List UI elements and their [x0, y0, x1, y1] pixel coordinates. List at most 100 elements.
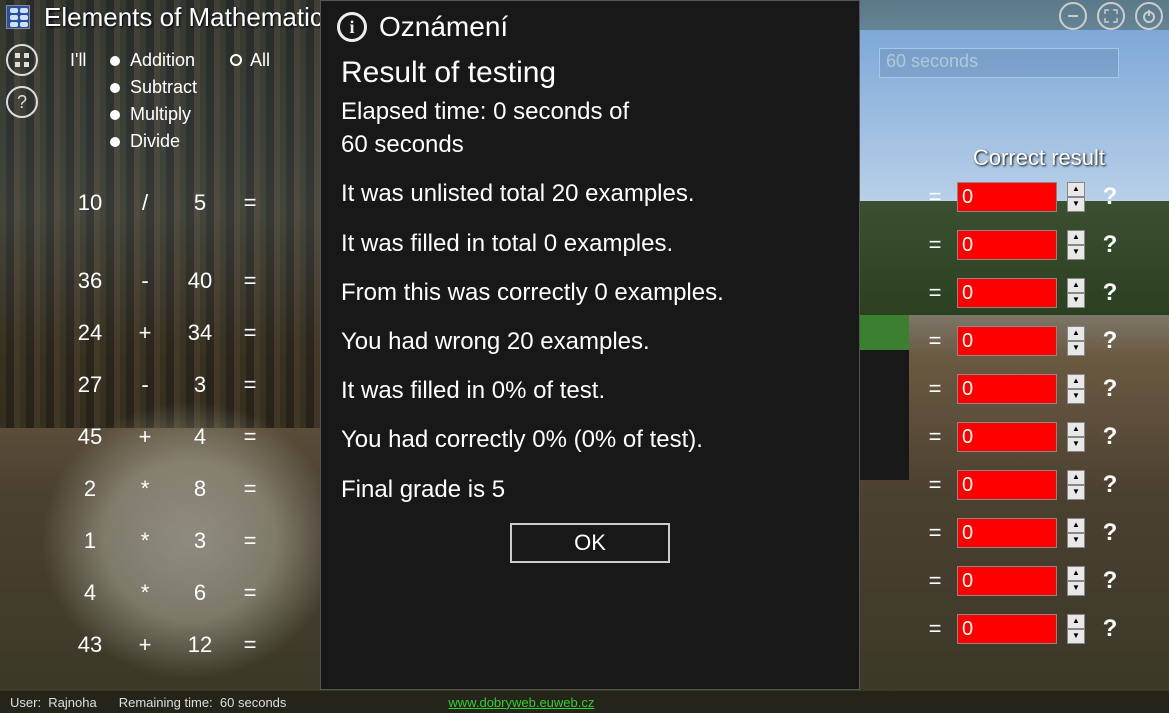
- equals-sign: =: [923, 184, 947, 210]
- hint-icon[interactable]: ?: [1095, 375, 1125, 403]
- spin-up-button[interactable]: ▲: [1067, 374, 1085, 389]
- operand-b: 5: [170, 190, 230, 216]
- radio-addition[interactable]: Addition: [110, 50, 197, 71]
- equals-sign: =: [230, 476, 270, 502]
- ok-button[interactable]: OK: [510, 523, 670, 563]
- timer-display: 60 seconds: [879, 48, 1119, 78]
- operand-b: 3: [170, 372, 230, 398]
- radio-multiply[interactable]: Multiply: [110, 104, 197, 125]
- equals-sign: =: [230, 580, 270, 606]
- result-input[interactable]: [957, 374, 1057, 404]
- radio-all[interactable]: All: [230, 50, 270, 71]
- result-heading: Result of testing: [341, 53, 839, 92]
- problem-row: 10/5=: [60, 190, 270, 216]
- operator: /: [120, 190, 170, 216]
- spin-down-button[interactable]: ▼: [1067, 245, 1085, 260]
- hint-icon[interactable]: ?: [1095, 231, 1125, 259]
- equals-sign: =: [230, 268, 270, 294]
- equals-sign: =: [230, 632, 270, 658]
- result-row: = ▲▼?: [923, 278, 1125, 308]
- result-input[interactable]: [957, 614, 1057, 644]
- result-input[interactable]: [957, 566, 1057, 596]
- result-row: = ▲▼?: [923, 422, 1125, 452]
- power-button[interactable]: [1135, 2, 1163, 30]
- spin-down-button[interactable]: ▼: [1067, 485, 1085, 500]
- line-filled: It was filled in total 0 examples.: [341, 228, 839, 259]
- problem-row: 4*6=: [60, 580, 270, 606]
- operator: +: [120, 320, 170, 346]
- result-row: = ▲▼?: [923, 182, 1125, 212]
- result-row: =▲▼?: [923, 470, 1125, 500]
- spin-down-button[interactable]: ▼: [1067, 437, 1085, 452]
- operand-a: 43: [60, 632, 120, 658]
- hint-icon[interactable]: ?: [1095, 279, 1125, 307]
- spin-up-button[interactable]: ▲: [1067, 518, 1085, 533]
- problem-row: 43+12=: [60, 632, 270, 658]
- spin-up-button[interactable]: ▲: [1067, 278, 1085, 293]
- spin-down-button[interactable]: ▼: [1067, 629, 1085, 644]
- radio-divide[interactable]: Divide: [110, 131, 197, 152]
- hint-icon[interactable]: ?: [1095, 183, 1125, 211]
- app-icon: [6, 5, 30, 29]
- spin-down-button[interactable]: ▼: [1067, 293, 1085, 308]
- help-button[interactable]: ?: [6, 86, 38, 118]
- problem-row: 36-40=: [60, 268, 270, 294]
- result-row: =▲▼?: [923, 518, 1125, 548]
- operation-radios: Addition Subtract Multiply Divide: [110, 50, 197, 152]
- status-bar: User: Rajnoha Remaining time: 60 seconds…: [0, 691, 1169, 713]
- elapsed-line1: Elapsed time: 0 seconds of: [341, 96, 839, 127]
- hint-icon[interactable]: ?: [1095, 567, 1125, 595]
- operator: -: [120, 372, 170, 398]
- spin-down-button[interactable]: ▼: [1067, 389, 1085, 404]
- line-percent: It was filled in 0% of test.: [341, 375, 839, 406]
- equals-sign: =: [923, 232, 947, 258]
- operator: *: [120, 528, 170, 554]
- result-dialog: i Oznámení Result of testing Elapsed tim…: [320, 0, 860, 690]
- result-input[interactable]: [957, 470, 1057, 500]
- spin-up-button[interactable]: ▲: [1067, 182, 1085, 197]
- spin-down-button[interactable]: ▼: [1067, 197, 1085, 212]
- app-title: Elements of Mathematics: [44, 2, 336, 33]
- equals-sign: =: [923, 328, 947, 354]
- result-input[interactable]: [957, 326, 1057, 356]
- result-row: = ▲▼?: [923, 326, 1125, 356]
- equals-sign: =: [923, 424, 947, 450]
- spin-up-button[interactable]: ▲: [1067, 230, 1085, 245]
- menu-button[interactable]: [6, 44, 38, 76]
- result-input[interactable]: [957, 182, 1057, 212]
- result-input[interactable]: [957, 278, 1057, 308]
- operand-a: 10: [60, 190, 120, 216]
- spin-down-button[interactable]: ▼: [1067, 533, 1085, 548]
- problems-left-column: 10/5=36-40=24+34=27-3=45+4=2*8=1*3=4*6=4…: [60, 190, 270, 658]
- spin-up-button[interactable]: ▲: [1067, 614, 1085, 629]
- radio-subtract[interactable]: Subtract: [110, 77, 197, 98]
- info-icon: i: [337, 12, 367, 42]
- result-input[interactable]: [957, 422, 1057, 452]
- result-input[interactable]: [957, 518, 1057, 548]
- spin-down-button[interactable]: ▼: [1067, 581, 1085, 596]
- line-correct: From this was correctly 0 examples.: [341, 277, 839, 308]
- minimize-button[interactable]: [1059, 2, 1087, 30]
- spin-up-button[interactable]: ▲: [1067, 422, 1085, 437]
- problem-row: 1*3=: [60, 528, 270, 554]
- hint-icon[interactable]: ?: [1095, 519, 1125, 547]
- result-row: = ▲▼?: [923, 374, 1125, 404]
- spin-up-button[interactable]: ▲: [1067, 326, 1085, 341]
- spin-down-button[interactable]: ▼: [1067, 341, 1085, 356]
- operator: -: [120, 268, 170, 294]
- hint-icon[interactable]: ?: [1095, 471, 1125, 499]
- results-right-column: =▲▼?=▲▼?=▲▼?=▲▼?=▲▼?=▲▼?=▲▼?=▲▼?=▲▼?=▲▼?: [923, 182, 1125, 644]
- hint-icon[interactable]: ?: [1095, 327, 1125, 355]
- hint-icon[interactable]: ?: [1095, 615, 1125, 643]
- equals-sign: =: [923, 376, 947, 402]
- result-input[interactable]: [957, 230, 1057, 260]
- operand-b: 40: [170, 268, 230, 294]
- website-link[interactable]: www.dobryweb.euweb.cz: [448, 695, 594, 710]
- hint-icon[interactable]: ?: [1095, 423, 1125, 451]
- spin-up-button[interactable]: ▲: [1067, 470, 1085, 485]
- spin-up-button[interactable]: ▲: [1067, 566, 1085, 581]
- line-correct-pct: You had correctly 0% (0% of test).: [341, 424, 839, 455]
- fullscreen-button[interactable]: [1097, 2, 1125, 30]
- equals-sign: =: [923, 280, 947, 306]
- correct-result-header: Correct result: [973, 145, 1105, 171]
